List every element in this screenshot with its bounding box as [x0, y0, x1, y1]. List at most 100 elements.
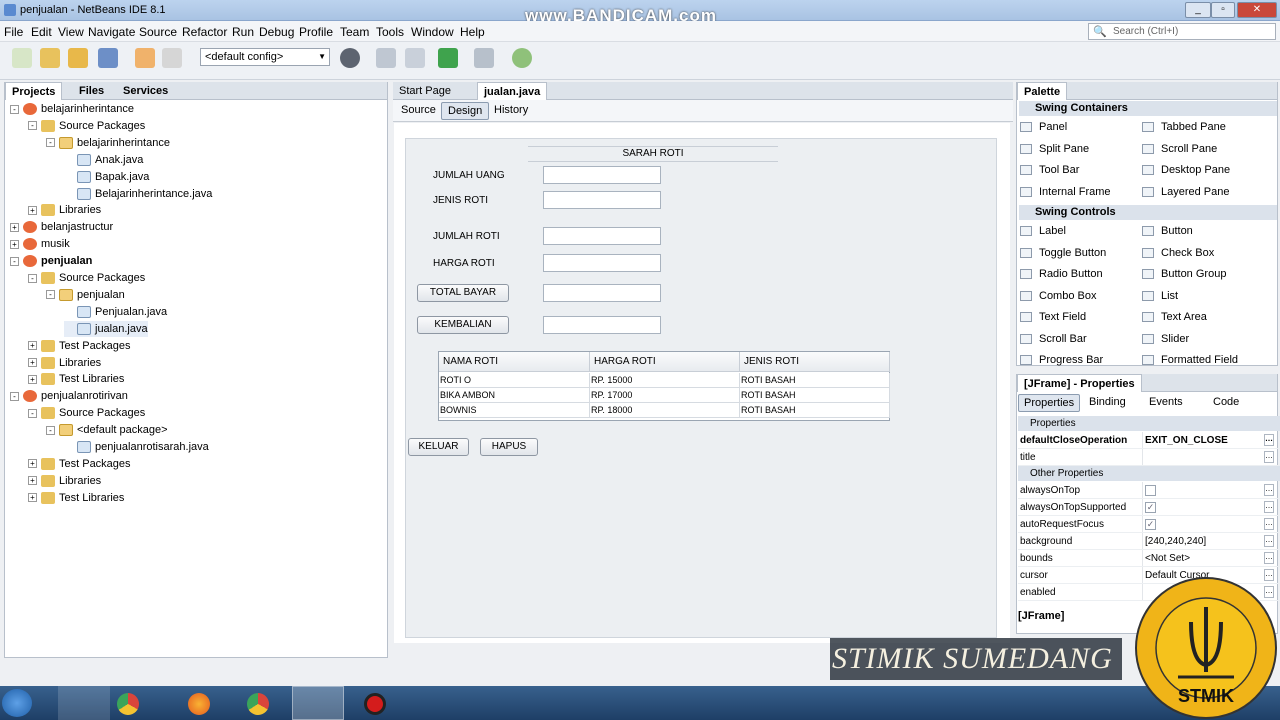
- palette-item[interactable]: Text Field: [1020, 309, 1086, 325]
- tree-item[interactable]: + Test Libraries: [28, 490, 124, 506]
- tab-code[interactable]: Code: [1208, 394, 1244, 412]
- property-value[interactable]: ✓: [1142, 499, 1252, 515]
- tree-item[interactable]: Belajarinherintance.java: [64, 186, 212, 202]
- expand-toggle-icon[interactable]: +: [28, 205, 37, 215]
- tree-item[interactable]: jualan.java: [64, 320, 148, 337]
- ellipsis-button[interactable]: …: [1264, 552, 1274, 564]
- property-row[interactable]: title…: [1018, 449, 1280, 466]
- design-mode-button[interactable]: Design: [441, 102, 490, 120]
- property-value[interactable]: [1142, 482, 1252, 498]
- expand-toggle-icon[interactable]: +: [28, 374, 37, 384]
- tab-events[interactable]: Events: [1144, 394, 1188, 412]
- open-project-icon[interactable]: [68, 48, 88, 68]
- table-header[interactable]: NAMA ROTI: [439, 352, 590, 372]
- table-cell[interactable]: RP. 17000: [590, 388, 740, 403]
- save-all-icon[interactable]: [98, 48, 118, 68]
- table-cell[interactable]: ROTI BASAH: [740, 373, 890, 388]
- netbeans-task-icon[interactable]: [292, 686, 344, 720]
- tree-item[interactable]: + Libraries: [28, 202, 101, 218]
- ellipsis-button[interactable]: …: [1264, 518, 1274, 530]
- expand-toggle-icon[interactable]: -: [46, 290, 55, 300]
- chrome-icon-2[interactable]: [247, 693, 269, 715]
- table-cell[interactable]: ROTI BASAH: [740, 403, 890, 418]
- tree-item[interactable]: + Test Libraries: [28, 371, 124, 387]
- expand-toggle-icon[interactable]: +: [28, 358, 37, 368]
- firefox-icon[interactable]: [188, 693, 210, 715]
- new-file-icon[interactable]: [12, 48, 32, 68]
- form-title[interactable]: SARAH ROTI: [528, 146, 778, 162]
- search-input[interactable]: Search (Ctrl+I): [1088, 23, 1276, 40]
- menu-navigate[interactable]: Navigate: [88, 25, 135, 39]
- tree-item[interactable]: - Source Packages: [28, 270, 145, 286]
- field-jumlah-uang[interactable]: [543, 166, 661, 184]
- palette-item[interactable]: Combo Box: [1020, 288, 1096, 304]
- field-kembalian[interactable]: [543, 316, 661, 334]
- checkbox-checked-icon[interactable]: ✓: [1145, 519, 1156, 530]
- field-harga-roti[interactable]: [543, 254, 661, 272]
- label-jumlah-uang[interactable]: JUMLAH UANG: [433, 170, 505, 181]
- checkbox-checked-icon[interactable]: ✓: [1145, 502, 1156, 513]
- expand-toggle-icon[interactable]: -: [46, 138, 55, 148]
- palette-item[interactable]: Scroll Pane: [1142, 141, 1217, 157]
- roti-table[interactable]: NAMA ROTI HARGA ROTI JENIS ROTI ROTI O RP. 1…: [438, 351, 890, 421]
- tree-item[interactable]: + belanjastructur: [10, 219, 113, 235]
- menu-help[interactable]: Help: [460, 25, 485, 39]
- properties-category[interactable]: Properties: [1018, 416, 1280, 431]
- config-select[interactable]: <default config> ▼: [200, 48, 330, 66]
- tree-item[interactable]: Anak.java: [64, 152, 143, 168]
- profile-icon[interactable]: [512, 48, 532, 68]
- expand-toggle-icon[interactable]: +: [10, 222, 19, 232]
- new-project-icon[interactable]: [40, 48, 60, 68]
- label-jenis-roti[interactable]: JENIS ROTI: [433, 195, 488, 206]
- minimize-button[interactable]: _: [1185, 2, 1211, 18]
- property-value[interactable]: [1142, 449, 1252, 465]
- tab-services[interactable]: Services: [117, 82, 174, 100]
- palette-item[interactable]: Split Pane: [1020, 141, 1089, 157]
- keluar-button[interactable]: KELUAR: [408, 438, 469, 456]
- expand-toggle-icon[interactable]: -: [46, 425, 55, 435]
- palette-item[interactable]: Button Group: [1142, 266, 1226, 282]
- bandicam-icon[interactable]: [364, 693, 386, 715]
- table-cell[interactable]: ROTI O: [439, 373, 590, 388]
- run-icon[interactable]: [438, 48, 458, 68]
- palette-item[interactable]: Radio Button: [1020, 266, 1103, 282]
- menu-run[interactable]: Run: [232, 25, 254, 39]
- table-cell[interactable]: BOWNIS: [439, 403, 590, 418]
- palette-item[interactable]: Slider: [1142, 331, 1189, 347]
- expand-toggle-icon[interactable]: +: [28, 493, 37, 503]
- palette-item[interactable]: Text Area: [1142, 309, 1207, 325]
- field-total-bayar[interactable]: [543, 284, 661, 302]
- close-button[interactable]: ✕: [1237, 2, 1277, 18]
- tab-start-page[interactable]: Start Page: [393, 82, 457, 100]
- tab-jualan-java[interactable]: jualan.java: [477, 82, 548, 100]
- expand-toggle-icon[interactable]: -: [28, 273, 37, 283]
- debug-icon[interactable]: [474, 48, 494, 68]
- menu-team[interactable]: Team: [340, 25, 369, 39]
- property-value[interactable]: EXIT_ON_CLOSE: [1142, 432, 1252, 448]
- source-mode-button[interactable]: Source: [395, 102, 442, 120]
- property-row[interactable]: alwaysOnTop…: [1018, 482, 1280, 499]
- tab-properties[interactable]: Properties: [1018, 394, 1081, 412]
- expand-toggle-icon[interactable]: +: [28, 459, 37, 469]
- label-harga-roti[interactable]: HARGA ROTI: [433, 258, 495, 269]
- table-header[interactable]: HARGA ROTI: [590, 352, 740, 372]
- menu-tools[interactable]: Tools: [376, 25, 404, 39]
- property-row[interactable]: background [240,240,240]…: [1018, 533, 1280, 550]
- table-cell[interactable]: BIKA AMBON: [439, 388, 590, 403]
- palette-section-header[interactable]: Swing Containers: [1019, 101, 1277, 116]
- history-mode-button[interactable]: History: [488, 102, 534, 120]
- property-row[interactable]: alwaysOnTopSupported ✓…: [1018, 499, 1280, 516]
- table-header[interactable]: JENIS ROTI: [740, 352, 890, 372]
- ellipsis-button[interactable]: …: [1264, 484, 1274, 496]
- menu-view[interactable]: View: [58, 25, 84, 39]
- tree-item[interactable]: - Source Packages: [28, 118, 145, 134]
- total-bayar-button[interactable]: TOTAL BAYAR: [417, 284, 509, 302]
- undo-icon[interactable]: [135, 48, 155, 68]
- palette-item[interactable]: Tabbed Pane: [1142, 119, 1226, 135]
- expand-toggle-icon[interactable]: -: [28, 121, 37, 131]
- redo-icon[interactable]: [162, 48, 182, 68]
- tree-item[interactable]: Bapak.java: [64, 169, 149, 185]
- chrome-icon[interactable]: [117, 693, 139, 715]
- tab-properties-title[interactable]: [JFrame] - Properties: [1017, 374, 1142, 392]
- tree-item[interactable]: + musik: [10, 236, 70, 252]
